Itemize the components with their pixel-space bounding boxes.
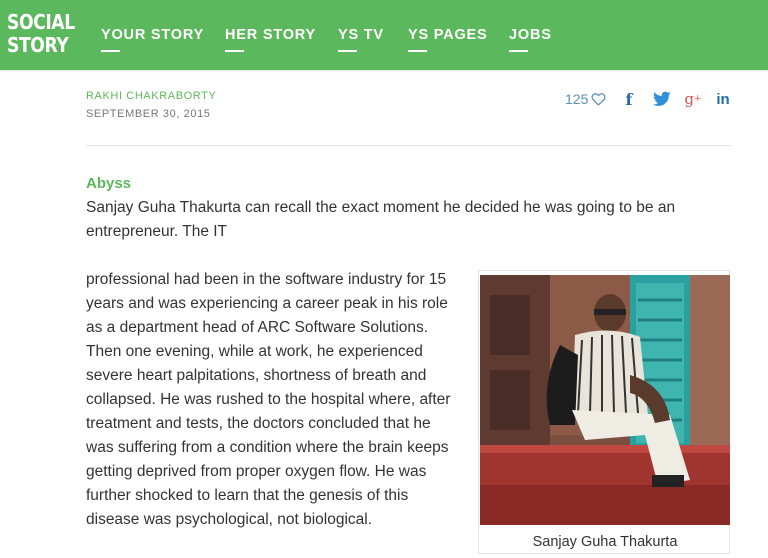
nav-link-ys-tv[interactable]: YS TV [338, 27, 384, 52]
publish-date: SEPTEMBER 30, 2015 [86, 108, 211, 120]
logo-line-social: SOCIAL [7, 10, 75, 34]
like-counter[interactable]: 125 [565, 88, 606, 110]
google-plus-glyph: g [684, 90, 695, 108]
nav-link-ys-pages[interactable]: YS PAGES [408, 27, 487, 52]
portrait-photo [480, 275, 730, 525]
facebook-icon[interactable]: f [622, 88, 636, 110]
article-figure: Sanjay Guha Thakurta [478, 270, 730, 554]
social-story-logo[interactable]: SOCIAL STORY [7, 10, 75, 57]
section-heading: Abyss [86, 175, 132, 192]
article-intro-paragraph: Sanjay Guha Thakurta can recall the exac… [86, 199, 676, 240]
logo-line-story: STORY [7, 33, 69, 57]
photo-illustration [480, 275, 730, 525]
top-navigation-bar: SOCIAL STORY YOUR STORY HER STORY YS TV … [0, 0, 768, 70]
header-divider [86, 145, 732, 146]
linkedin-icon[interactable]: in [713, 88, 733, 110]
nav-link-your-story[interactable]: YOUR STORY [101, 27, 204, 52]
facebook-glyph: f [625, 89, 633, 109]
image-caption: Sanjay Guha Thakurta [532, 534, 678, 550]
linkedin-glyph: in [716, 90, 730, 108]
nav-link-jobs[interactable]: JOBS [509, 27, 552, 52]
article-body-paragraph: professional had been in the software in… [86, 271, 451, 528]
google-plus-icon[interactable]: g + [682, 88, 704, 110]
like-count: 125 [565, 91, 589, 107]
author-name[interactable]: RAKHI CHAKRABORTY [86, 90, 216, 102]
nav-link-her-story[interactable]: HER STORY [225, 27, 316, 52]
heart-icon [591, 93, 606, 106]
twitter-bird-shape [653, 91, 671, 106]
google-plus-sup: + [694, 94, 702, 104]
twitter-icon[interactable] [652, 88, 672, 110]
